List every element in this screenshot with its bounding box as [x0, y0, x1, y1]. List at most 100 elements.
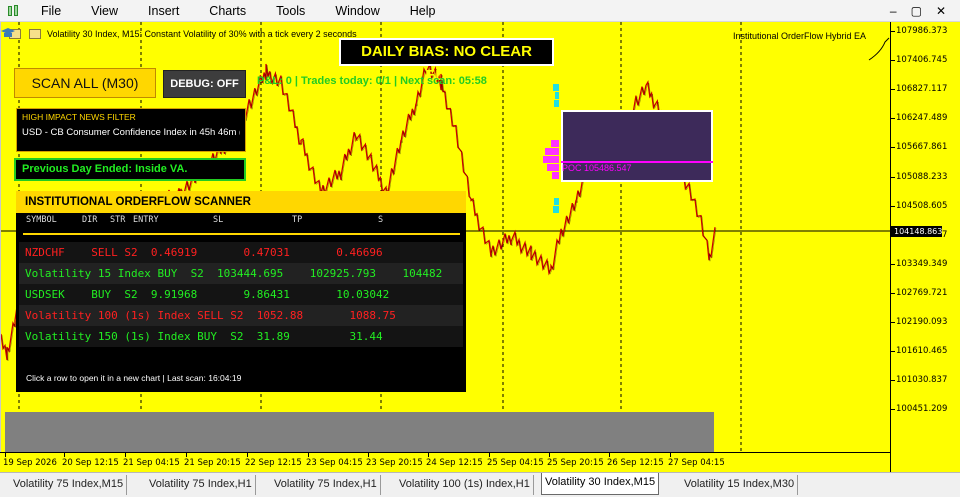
- col-entry: ENTRY: [133, 215, 159, 225]
- time-axis[interactable]: 19 Sep 2026 20 Sep 12:15 21 Sep 04:15 21 Se…: [0, 452, 890, 472]
- price-tick: [891, 60, 895, 62]
- time-tick: [670, 453, 671, 457]
- price-label: 103349.349: [896, 258, 948, 269]
- price-label: 100451.209: [896, 404, 948, 415]
- price-label: 104508.605: [896, 200, 948, 211]
- price-tick: [891, 409, 895, 411]
- volume-profile-bar: [543, 156, 559, 163]
- scanner-title: INSTITUTIONAL ORDERFLOW SCANNER: [16, 191, 466, 213]
- time-tick: [5, 453, 6, 457]
- tab-chart[interactable]: Volatility 75 Index,M15: [10, 475, 128, 495]
- time-label: 25 Sep 20:15: [547, 458, 604, 468]
- price-label: 106827.117: [896, 84, 948, 95]
- minimize-icon[interactable]: –: [890, 4, 897, 18]
- menu-bar: File View Insert Charts Tools Window Hel…: [0, 0, 960, 22]
- scanner-row[interactable]: NZDCHF SELL S2 0.46919 0.47031 0.46696: [19, 242, 463, 263]
- volume-profile-bar: [554, 100, 559, 107]
- volume-profile-bar: [552, 172, 559, 179]
- menu-charts[interactable]: Charts: [194, 0, 261, 22]
- price-tick: [891, 31, 895, 32]
- chart-title: Volatility 30 Index, M15: Constant Volat…: [47, 29, 357, 39]
- graduation-cap-icon[interactable]: [1, 28, 15, 38]
- chart-tabs: Volatility 75 Index,M15 Volatility 75 In…: [0, 472, 960, 497]
- price-label: 107986.373: [896, 26, 948, 36]
- scanner-row[interactable]: Volatility 15 Index BUY S2 103444.695 10…: [19, 263, 463, 284]
- time-tick: [609, 453, 610, 457]
- time-tick: [247, 453, 248, 457]
- window-controls: – ▢ ✕: [890, 4, 960, 18]
- menu-view[interactable]: View: [76, 0, 133, 22]
- tab-chart[interactable]: Volatility 100 (1s) Index,H1: [396, 475, 534, 495]
- time-tick: [186, 453, 187, 457]
- time-label: 25 Sep 04:15: [487, 458, 544, 468]
- price-tick: [891, 147, 895, 149]
- trendline: [868, 37, 890, 61]
- price-label: 102769.721: [896, 287, 948, 298]
- menu-tools[interactable]: Tools: [261, 0, 320, 22]
- menu-file[interactable]: File: [26, 0, 76, 22]
- price-tick: [891, 118, 895, 120]
- close-icon[interactable]: ✕: [936, 4, 946, 18]
- col-dir: DIR: [82, 215, 98, 225]
- tab-chart[interactable]: Volatility 75 Index,H1: [146, 475, 256, 495]
- volume-profile-bar: [554, 198, 559, 205]
- time-tick: [368, 453, 369, 457]
- time-label: 24 Sep 12:15: [426, 458, 483, 468]
- time-label: 23 Sep 04:15: [306, 458, 363, 468]
- trades-status: P&L: 0 | Trades today: 0/1 | Next scan: …: [257, 75, 487, 87]
- price-label: 105088.233: [896, 171, 948, 182]
- menu-window[interactable]: Window: [320, 0, 394, 22]
- volume-profile-bar: [547, 164, 559, 171]
- price-tick: [891, 292, 895, 294]
- price-scale[interactable]: 107986.373 107406.745 106827.117 106247.489…: [890, 22, 960, 472]
- time-tick: [549, 453, 550, 457]
- poc-label: POC 105486.547: [562, 163, 632, 173]
- scanner-panel: INSTITUTIONAL ORDERFLOW SCANNER SYMBOL D…: [16, 191, 466, 392]
- tab-chart[interactable]: Volatility 15 Index,M30: [681, 475, 799, 495]
- time-tick: [428, 453, 429, 457]
- debug-toggle-button[interactable]: DEBUG: OFF: [163, 70, 246, 98]
- price-tick: [891, 176, 895, 178]
- time-label: 26 Sep 12:15: [607, 458, 664, 468]
- scanner-row[interactable]: Volatility 150 (1s) Index BUY S2 31.89 3…: [19, 326, 463, 347]
- time-tick: [489, 453, 490, 457]
- price-tick: [891, 205, 895, 207]
- price-tick: [891, 380, 895, 382]
- price-label: 105667.861: [896, 142, 948, 153]
- menu-insert[interactable]: Insert: [133, 0, 194, 22]
- col-symbol: SYMBOL: [26, 215, 57, 225]
- scanner-row[interactable]: Volatility 100 (1s) Index SELL S2 1052.8…: [19, 305, 463, 326]
- scanner-footer: Click a row to open it in a new chart | …: [26, 373, 242, 383]
- time-tick: [308, 453, 309, 457]
- col-tp: TP: [292, 215, 303, 225]
- app-icon: [8, 4, 20, 17]
- tab-chart-active[interactable]: Volatility 30 Index,M15: [541, 473, 660, 495]
- price-label: 106247.489: [896, 113, 948, 124]
- tab-chart[interactable]: Volatility 75 Index,H1: [271, 475, 381, 495]
- restore-icon[interactable]: ▢: [911, 4, 922, 18]
- col-sl: SL: [213, 215, 224, 225]
- time-tick: [64, 453, 65, 457]
- previous-day-status: Previous Day Ended: Inside VA.: [14, 158, 246, 181]
- price-tick: [891, 322, 895, 323]
- menu-help[interactable]: Help: [395, 0, 451, 22]
- time-label: 20 Sep 12:15: [62, 458, 119, 468]
- news-filter-body: USD - CB Consumer Confidence Index in 45…: [22, 127, 240, 138]
- volume-profile-bar: [553, 84, 559, 91]
- scan-all-button[interactable]: SCAN ALL (M30): [14, 68, 156, 98]
- price-chart[interactable]: Volatility 30 Index, M15: Constant Volat…: [0, 22, 890, 472]
- daily-bias-label: DAILY BIAS: NO CLEAR EDGE: [339, 38, 554, 84]
- scanner-row[interactable]: USDSEK BUY S2 9.91968 9.86431 10.03042: [19, 284, 463, 305]
- price-tick: [891, 351, 895, 353]
- time-label: 21 Sep 20:15: [184, 458, 241, 468]
- news-filter-panel: HIGH IMPACT NEWS FILTER USD - CB Consume…: [16, 108, 246, 152]
- news-filter-title: HIGH IMPACT NEWS FILTER: [22, 112, 136, 122]
- chart-properties-icon[interactable]: [29, 29, 41, 39]
- time-label: 27 Sep 04:15: [668, 458, 725, 468]
- price-label: 101610.465: [896, 346, 948, 357]
- time-label: 21 Sep 04:15: [123, 458, 180, 468]
- volume-profile-bar: [553, 206, 559, 213]
- time-label: 22 Sep 12:15: [245, 458, 302, 468]
- scanner-columns: SYMBOL DIR STR ENTRY SL TP S: [16, 215, 466, 227]
- volume-profile-bar: [555, 92, 559, 99]
